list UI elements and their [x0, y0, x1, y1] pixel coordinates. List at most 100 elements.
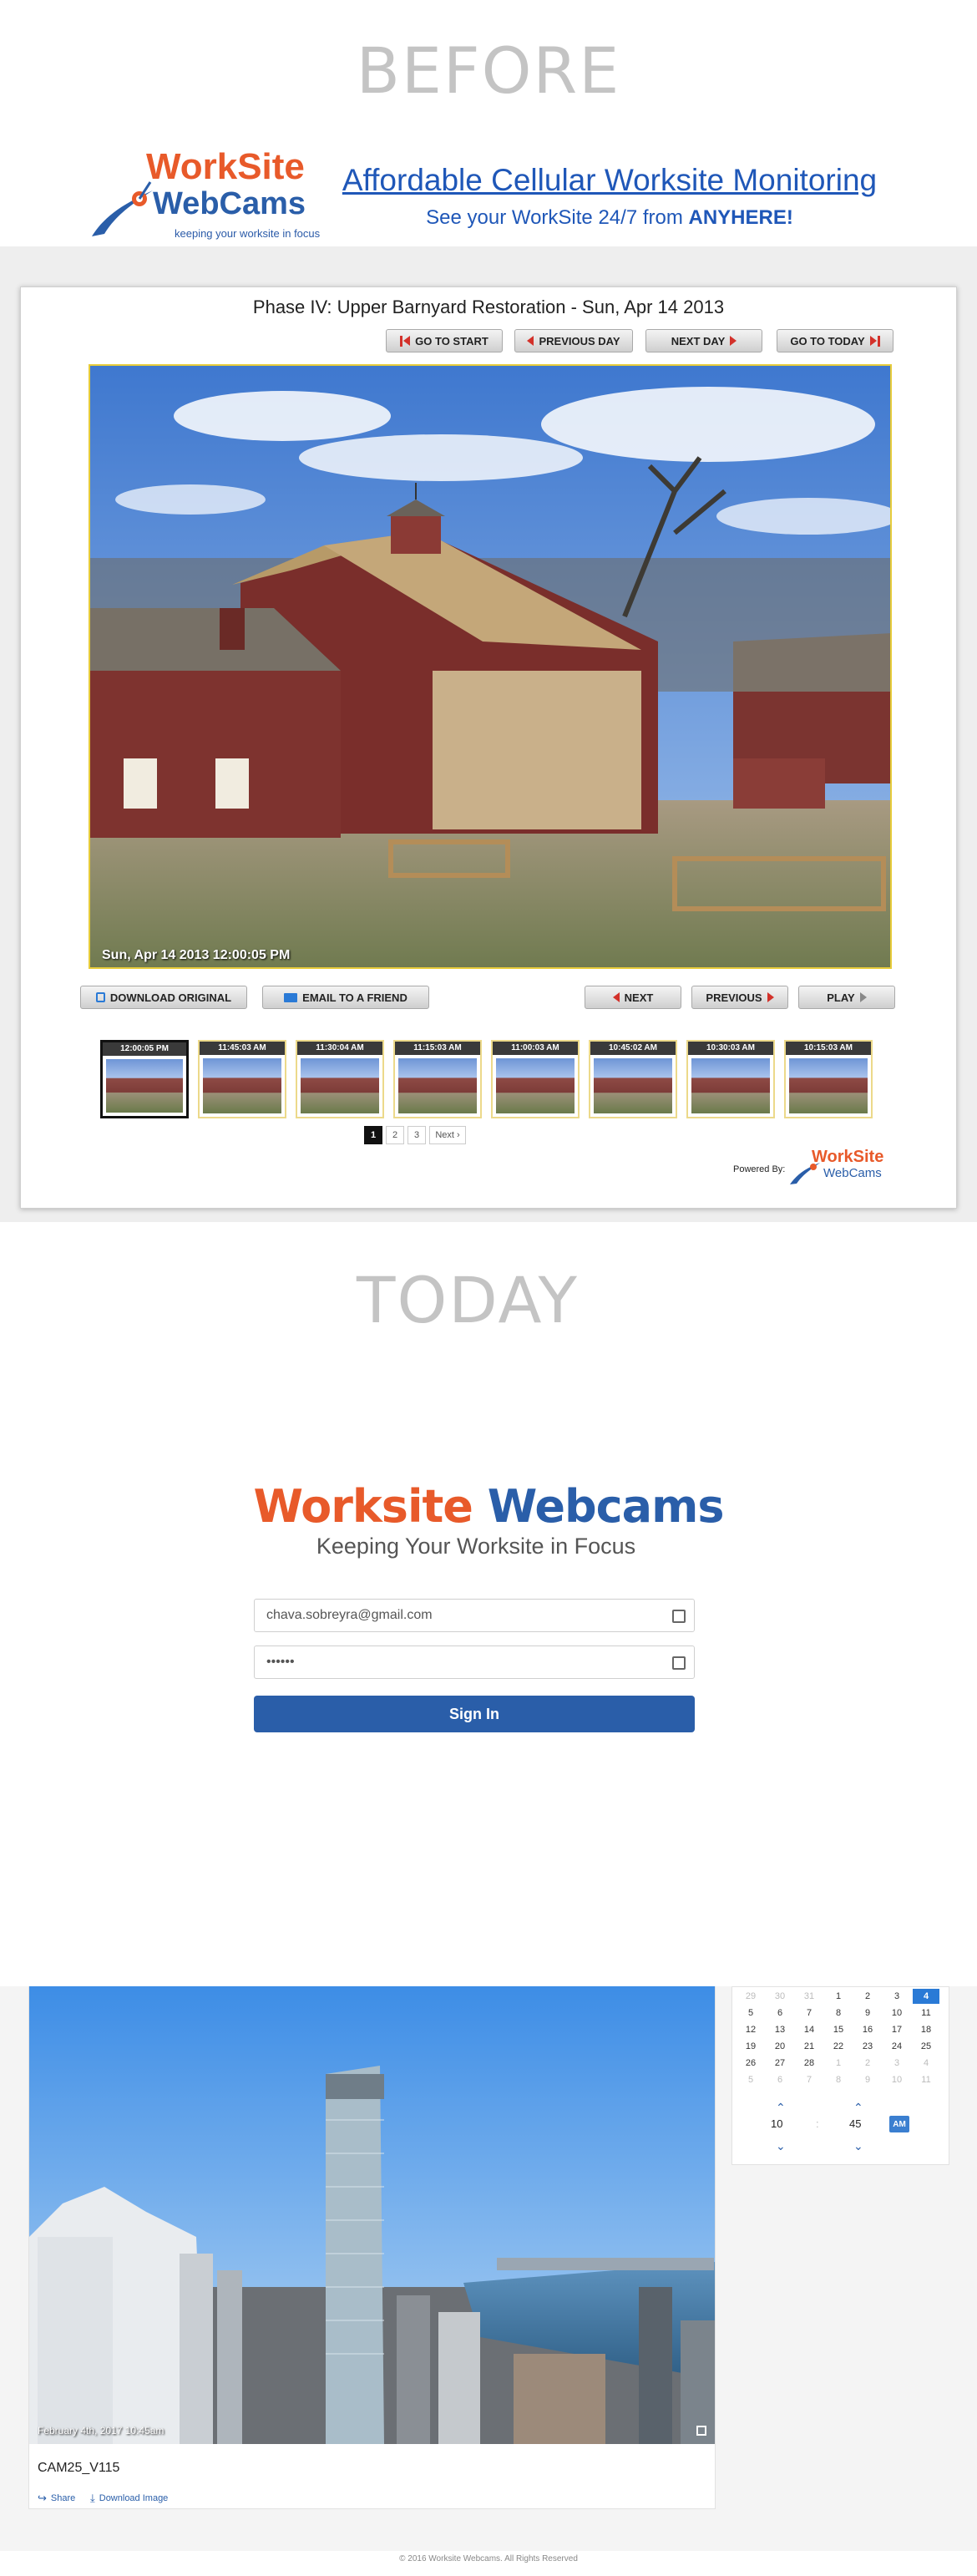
go-to-today-button[interactable]: GO TO TODAY [777, 329, 893, 352]
calendar-day[interactable]: 9 [854, 2006, 881, 2021]
mini-worksite-logo[interactable]: WorkSite WebCams [788, 1148, 890, 1186]
calendar-day[interactable]: 11 [913, 2006, 939, 2021]
calendar-day[interactable]: 6 [767, 2072, 793, 2087]
calendar-day[interactable]: 13 [767, 2022, 793, 2037]
minute-value[interactable]: 45 [849, 2117, 861, 2130]
calendar-day[interactable]: 8 [825, 2006, 852, 2021]
sign-in-button[interactable]: Sign In [254, 1696, 695, 1732]
minute-down-icon[interactable]: ⌄ [853, 2139, 863, 2153]
calendar-day[interactable]: 10 [883, 2072, 910, 2087]
calendar-day[interactable]: 2 [854, 1989, 881, 2004]
page-link-2[interactable]: 2 [386, 1126, 404, 1144]
calendar-day[interactable]: 15 [825, 2022, 852, 2037]
old-webcam-image[interactable] [89, 364, 892, 969]
thumbnail-time: 12:00:05 PM [103, 1042, 186, 1056]
calendar-day[interactable]: 10 [883, 2006, 910, 2021]
calendar-day[interactable]: 4 [913, 2056, 939, 2071]
worksite-logo[interactable]: WorkSite WebCams keeping your worksite i… [88, 146, 320, 241]
logo-line1: WorkSite [146, 146, 305, 187]
thumbnail[interactable]: 12:00:05 PM [100, 1040, 189, 1118]
calendar-day[interactable]: 24 [883, 2039, 910, 2054]
calendar-day[interactable]: 6 [767, 2006, 793, 2021]
page-link-3[interactable]: 3 [408, 1126, 426, 1144]
skip-forward-icon [869, 335, 880, 347]
am-pm-toggle[interactable]: AM [889, 2116, 909, 2132]
calendar-day[interactable]: 8 [825, 2072, 852, 2087]
logo-tagline: keeping your worksite in focus [175, 227, 321, 240]
calendar-day[interactable]: 7 [796, 2006, 823, 2021]
calendar-day[interactable]: 30 [767, 1989, 793, 2004]
thumbnail[interactable]: 10:45:02 AM [589, 1040, 677, 1118]
thumbnail[interactable]: 10:15:03 AM [784, 1040, 873, 1118]
calendar-day[interactable]: 5 [737, 2072, 764, 2087]
calendar-day[interactable]: 28 [796, 2056, 823, 2071]
calendar-day[interactable]: 12 [737, 2022, 764, 2037]
calendar-day[interactable]: 11 [913, 2072, 939, 2087]
powered-by-label: Powered By: [733, 1164, 786, 1174]
calendar-day[interactable]: 17 [883, 2022, 910, 2037]
email-friend-button[interactable]: EMAIL TO A FRIEND [262, 986, 429, 1009]
calendar-day[interactable]: 3 [883, 2056, 910, 2071]
email-field[interactable]: chava.sobreyra@gmail.com [254, 1599, 695, 1632]
go-to-start-button[interactable]: GO TO START [386, 329, 503, 352]
new-webcam-image[interactable] [29, 1986, 715, 2444]
calendar-day[interactable]: 29 [737, 1989, 764, 2004]
previous-day-button[interactable]: PREVIOUS DAY [514, 329, 633, 352]
calendar-day[interactable]: 31 [796, 1989, 823, 2004]
calendar-day[interactable]: 16 [854, 2022, 881, 2037]
calendar-day[interactable]: 18 [913, 2022, 939, 2037]
thumbnail[interactable]: 11:15:03 AM [393, 1040, 482, 1118]
calendar-day[interactable]: 22 [825, 2039, 852, 2054]
envelope-icon [284, 992, 298, 1002]
autofill-icon[interactable] [672, 1656, 686, 1670]
calendar-day[interactable]: 1 [825, 2056, 852, 2071]
viewer-title: Phase IV: Upper Barnyard Restoration - S… [252, 297, 725, 317]
play-button[interactable]: PLAY [798, 986, 895, 1009]
next-label: NEXT [624, 991, 654, 1004]
calendar-day[interactable]: 3 [883, 1989, 910, 2004]
hour-value[interactable]: 10 [771, 2117, 782, 2130]
calendar-day[interactable]: 23 [854, 2039, 881, 2054]
calendar-day[interactable]: 20 [767, 2039, 793, 2054]
minute-up-icon[interactable]: ⌃ [853, 2101, 863, 2115]
calendar-day[interactable]: 4 [913, 1989, 939, 2004]
download-icon: ⤓ [90, 2492, 95, 2504]
download-original-button[interactable]: DOWNLOAD ORIGINAL [80, 986, 247, 1009]
calendar-day[interactable]: 14 [796, 2022, 823, 2037]
calendar-day[interactable]: 25 [913, 2039, 939, 2054]
brand-word2: Webcams [487, 1480, 725, 1533]
calendar-day[interactable]: 21 [796, 2039, 823, 2054]
date-time-picker: 29 30 31 1 2 3 4 5 6 7 8 9 10 11 12 13 14 15 16 17 18 19 20 21 2… [731, 1986, 949, 2165]
previous-image-button[interactable]: PREVIOUS [691, 986, 788, 1009]
fullscreen-icon[interactable] [696, 2426, 706, 2436]
page-link-1[interactable]: 1 [364, 1126, 382, 1144]
thumbnail[interactable]: 11:00:03 AM [491, 1040, 580, 1118]
share-link[interactable]: ↪ Share [38, 2492, 75, 2505]
download-image-link[interactable]: ⤓ Download Image [90, 2492, 168, 2505]
password-field[interactable]: •••••• [254, 1645, 695, 1679]
calendar-day[interactable]: 2 [854, 2056, 881, 2071]
calendar-day[interactable]: 1 [825, 1989, 852, 2004]
thumbnail-image [106, 1059, 183, 1113]
calendar-day[interactable]: 7 [796, 2072, 823, 2087]
calendar-day[interactable]: 27 [767, 2056, 793, 2071]
thumbnail-image [398, 1058, 477, 1113]
calendar-day[interactable]: 19 [737, 2039, 764, 2054]
thumbnail[interactable]: 10:30:03 AM [686, 1040, 775, 1118]
thumbnail[interactable]: 11:30:04 AM [296, 1040, 384, 1118]
time-separator: : [816, 2117, 819, 2130]
brand-word1: Worksite [253, 1480, 473, 1533]
hour-up-icon[interactable]: ⌃ [776, 2101, 786, 2115]
thumbnail[interactable]: 11:45:03 AM [198, 1040, 286, 1118]
calendar-day[interactable]: 26 [737, 2056, 764, 2071]
calendar-day[interactable]: 5 [737, 2006, 764, 2021]
next-image-button[interactable]: NEXT [585, 986, 681, 1009]
old-headline[interactable]: Affordable Cellular Worksite Monitoring [334, 163, 885, 198]
calendar-day[interactable]: 9 [854, 2072, 881, 2087]
page-next-link[interactable]: Next › [429, 1126, 466, 1144]
swoosh-logo-icon [92, 181, 153, 236]
hour-down-icon[interactable]: ⌄ [776, 2139, 786, 2153]
autofill-icon[interactable] [672, 1610, 686, 1623]
next-day-button[interactable]: NEXT DAY [645, 329, 762, 352]
thumbnail-time: 10:30:03 AM [688, 1042, 773, 1055]
